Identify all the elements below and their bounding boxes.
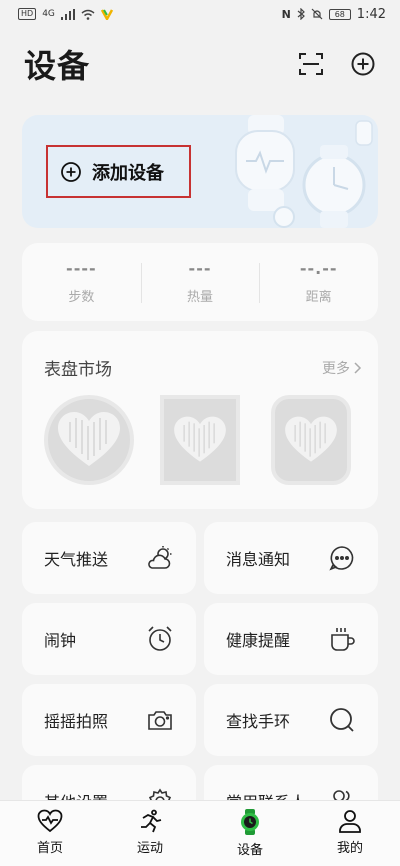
heart-icon <box>174 416 226 462</box>
tile-label: 天气推送 <box>44 550 109 569</box>
watch-face-market: 表盘市场 更多 <box>22 331 378 509</box>
weather-icon <box>146 544 174 572</box>
header: 设备 <box>0 40 400 88</box>
bottom-navigation: 首页 运动 设备 我的 <box>0 800 400 866</box>
nav-profile[interactable]: 我的 <box>300 801 400 866</box>
network-type: 4G <box>42 9 55 19</box>
plus-circle-icon <box>61 161 81 182</box>
more-label: 更多 <box>322 360 350 377</box>
chevron-right-icon <box>354 361 362 374</box>
wifi-icon <box>81 9 95 20</box>
stat-value: --.-- <box>299 259 338 278</box>
stats-card[interactable]: ---- 步数 --- 热量 --.-- 距离 <box>22 243 378 321</box>
tile-health-reminder[interactable]: 健康提醒 <box>204 603 378 675</box>
nav-label: 运动 <box>136 841 163 856</box>
run-icon <box>141 809 162 833</box>
watch-face-rounded[interactable] <box>271 395 351 485</box>
tile-find-band[interactable]: 查找手环 <box>204 684 378 756</box>
nav-label: 我的 <box>336 841 363 856</box>
more-link[interactable]: 更多 <box>322 358 362 378</box>
tile-weather[interactable]: 天气推送 <box>22 522 196 594</box>
watch-face-square[interactable] <box>160 395 240 485</box>
hd-badge: HD <box>18 8 37 20</box>
status-bar: HD 4G N 68 1:42 <box>0 0 400 28</box>
stat-value: ---- <box>66 259 97 278</box>
add-device-label: 添加设备 <box>92 162 164 184</box>
heart-icon <box>285 416 337 462</box>
bluetooth-icon <box>297 8 305 20</box>
cup-icon <box>328 625 356 653</box>
tile-label: 闹钟 <box>44 631 77 650</box>
nav-label: 首页 <box>36 841 63 856</box>
scan-button[interactable] <box>296 49 326 79</box>
app-notification-icon <box>100 9 113 20</box>
nav-sport[interactable]: 运动 <box>100 801 200 866</box>
nav-label: 设备 <box>236 843 263 858</box>
nav-home[interactable]: 首页 <box>0 801 100 866</box>
message-icon <box>328 544 356 572</box>
tile-notifications[interactable]: 消息通知 <box>204 522 378 594</box>
tile-label: 查找手环 <box>226 712 291 731</box>
tile-label: 健康提醒 <box>226 631 291 650</box>
battery-indicator: 68 <box>328 8 351 20</box>
add-device-button[interactable]: 添加设备 <box>46 145 191 198</box>
stat-steps: ---- 步数 <box>22 259 141 305</box>
camera-icon <box>146 706 174 734</box>
nav-device[interactable]: 设备 <box>200 801 300 866</box>
watch-face-round[interactable] <box>44 395 134 485</box>
heart-icon <box>58 412 120 466</box>
watch-illustration <box>235 115 373 228</box>
tile-shake-photo[interactable]: 摇摇拍照 <box>22 684 196 756</box>
scan-icon <box>299 53 323 75</box>
page-title: 设备 <box>24 47 91 85</box>
tile-label: 消息通知 <box>226 550 291 569</box>
stat-distance: --.-- 距离 <box>259 259 378 305</box>
clock: 1:42 <box>356 6 386 22</box>
nfc-icon: N <box>281 7 291 21</box>
add-device-banner[interactable]: 添加设备 <box>22 115 378 228</box>
search-icon <box>328 706 356 734</box>
tile-label: 摇摇拍照 <box>44 712 109 731</box>
stat-label: 步数 <box>68 290 95 305</box>
add-button[interactable] <box>348 49 378 79</box>
stat-label: 距离 <box>305 290 332 305</box>
mute-icon <box>311 8 323 20</box>
signal-icon <box>60 8 75 20</box>
stat-label: 热量 <box>187 290 214 305</box>
watch-icon <box>241 809 259 835</box>
heart-icon <box>37 809 63 833</box>
person-icon <box>339 810 361 833</box>
plus-circle-icon <box>351 52 375 76</box>
section-title: 表盘市场 <box>44 360 112 380</box>
tile-alarm[interactable]: 闹钟 <box>22 603 196 675</box>
stat-calories: --- 热量 <box>140 259 260 305</box>
stat-value: --- <box>188 259 212 278</box>
alarm-icon <box>146 625 174 653</box>
